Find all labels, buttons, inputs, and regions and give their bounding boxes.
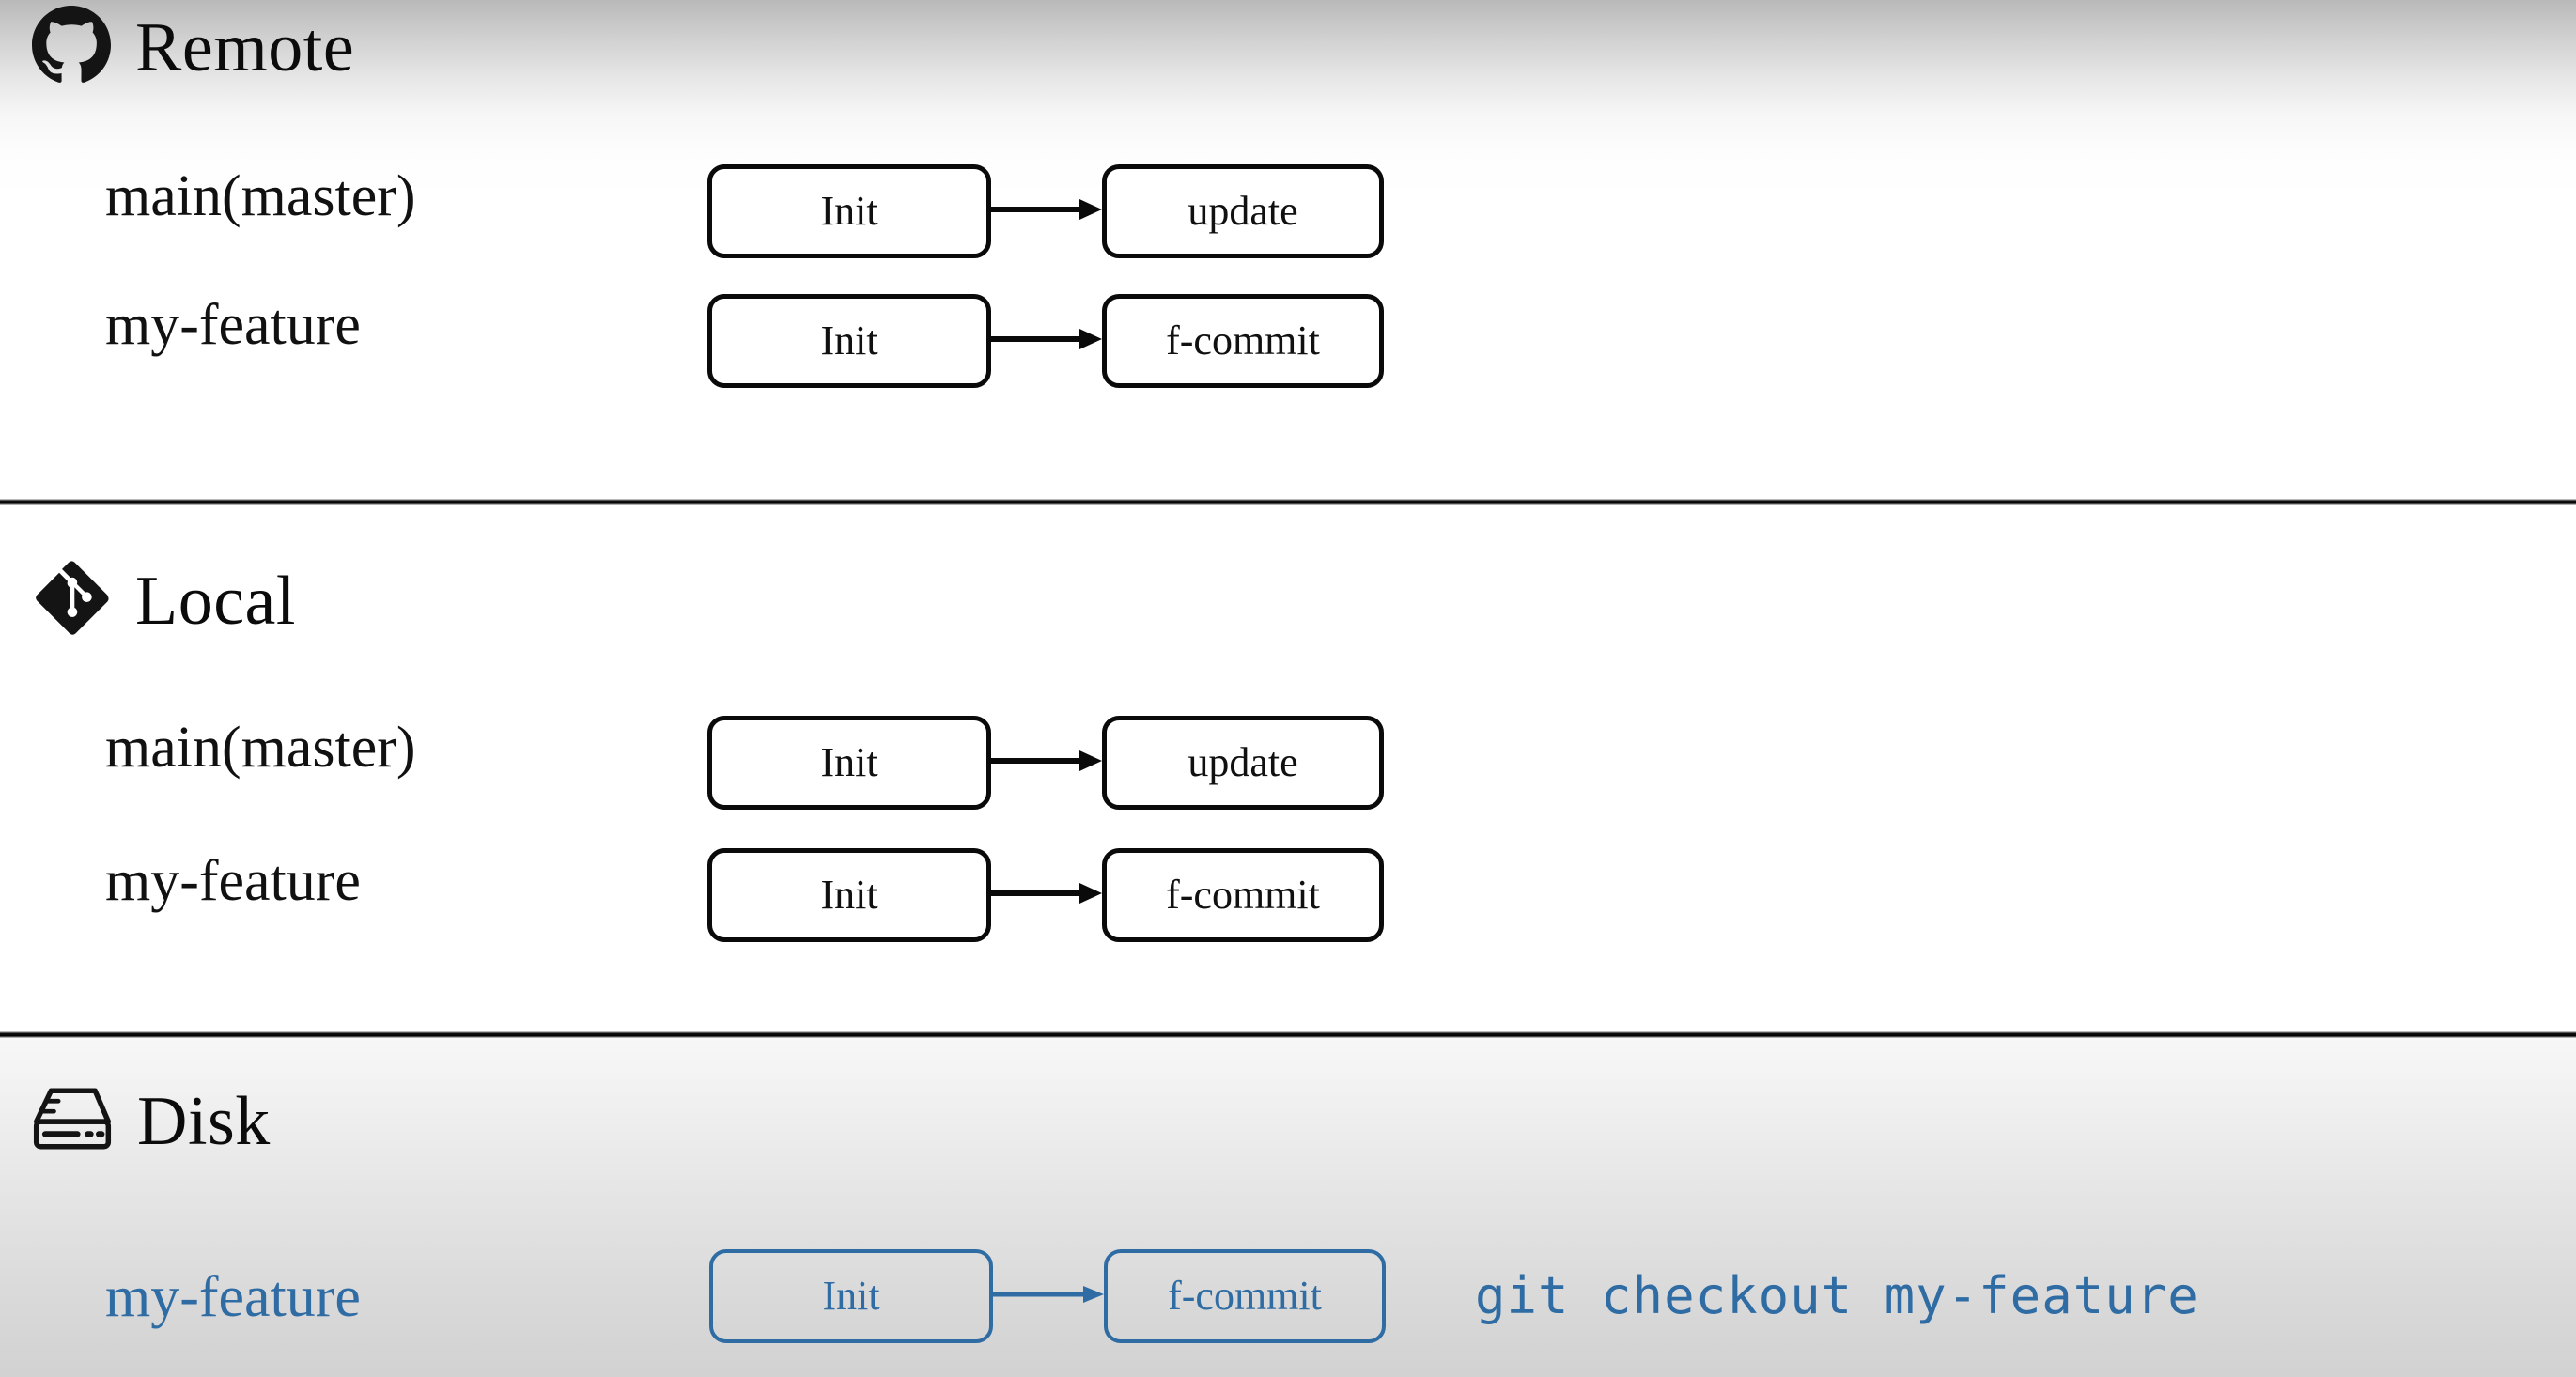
branch-label-feature-remote: my-feature xyxy=(105,293,361,357)
git-icon xyxy=(32,559,111,642)
commit-box[interactable]: update xyxy=(1102,164,1384,258)
remote-section-header: Remote xyxy=(32,6,354,89)
arrow-icon xyxy=(991,879,1102,912)
commit-chain-main-local: Init update xyxy=(707,716,1384,810)
section-title: Remote xyxy=(135,8,355,86)
branch-label-feature-local: my-feature xyxy=(105,849,361,913)
commit-chain-feature-disk: Init f-commit xyxy=(709,1249,1386,1343)
commit-box[interactable]: Init xyxy=(709,1249,993,1343)
branch-label-feature-disk: my-feature xyxy=(105,1265,361,1329)
commit-box[interactable]: f-commit xyxy=(1102,294,1384,388)
arrow-icon xyxy=(991,747,1102,780)
local-section-header: Local xyxy=(32,559,296,642)
arrow-icon xyxy=(991,325,1102,358)
remote-section: Remote main(master) Init update my-featu… xyxy=(0,0,2576,504)
section-divider xyxy=(0,499,2576,505)
hard-drive-icon xyxy=(32,1085,113,1157)
commit-box[interactable]: f-commit xyxy=(1102,848,1384,942)
arrow-icon xyxy=(993,1280,1104,1313)
commit-box[interactable]: f-commit xyxy=(1104,1249,1386,1343)
commit-chain-feature-remote: Init f-commit xyxy=(707,294,1384,388)
commit-box[interactable]: Init xyxy=(707,716,991,810)
commit-box[interactable]: Init xyxy=(707,848,991,942)
commit-box[interactable]: Init xyxy=(707,294,991,388)
branch-label-main-remote: main(master) xyxy=(105,164,416,228)
arrow-icon xyxy=(991,195,1102,228)
github-icon xyxy=(32,6,111,89)
git-command-text: git checkout my-feature xyxy=(1475,1266,2199,1325)
section-title: Local xyxy=(135,562,296,640)
section-title: Disk xyxy=(137,1082,271,1160)
commit-box[interactable]: Init xyxy=(707,164,991,258)
branch-label-main-local: main(master) xyxy=(105,716,416,780)
commit-box[interactable]: update xyxy=(1102,716,1384,810)
commit-chain-feature-local: Init f-commit xyxy=(707,848,1384,942)
disk-section-header: Disk xyxy=(32,1085,271,1157)
section-divider xyxy=(0,1031,2576,1038)
commit-chain-main-remote: Init update xyxy=(707,164,1384,258)
